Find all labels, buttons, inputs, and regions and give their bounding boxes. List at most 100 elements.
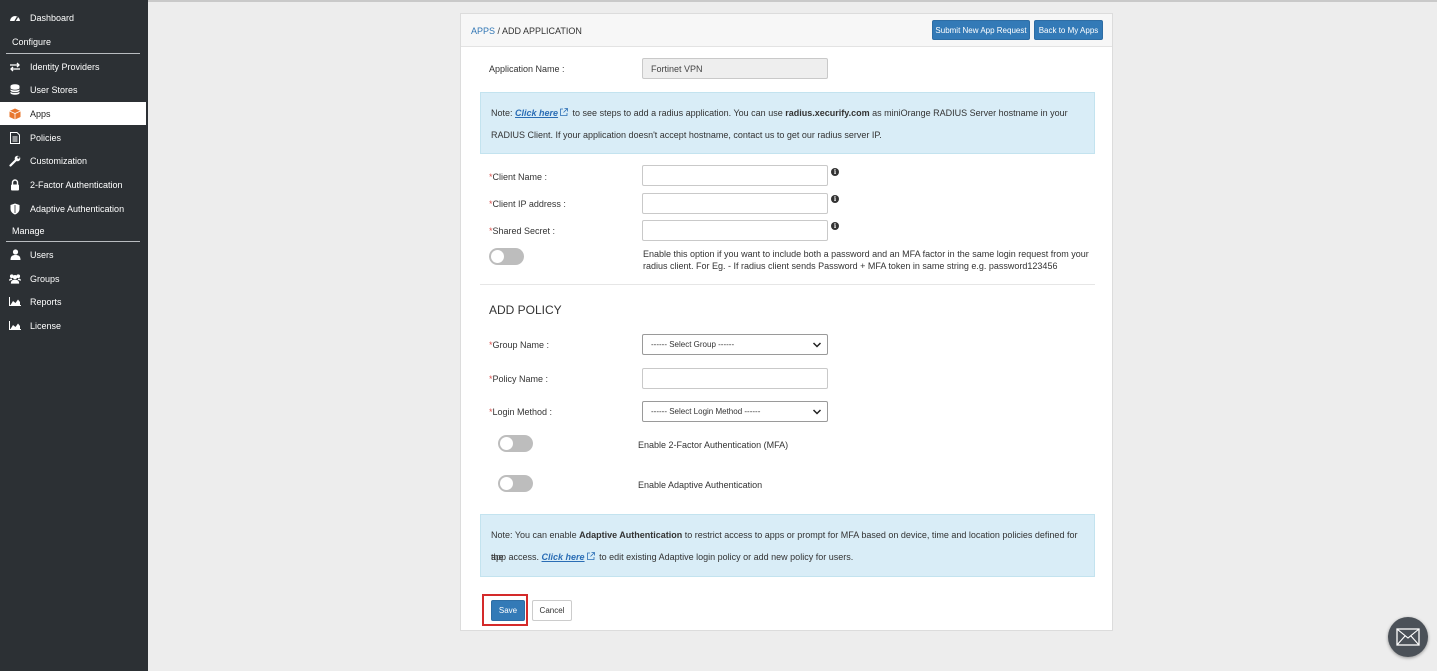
wrench-icon	[9, 155, 21, 167]
adaptive-note: Note: You can enable Adaptive Authentica…	[480, 514, 1095, 577]
sidebar-item-reports[interactable]: Reports	[0, 290, 146, 313]
info-icon[interactable]: i	[831, 222, 839, 230]
info-icon[interactable]: i	[831, 168, 839, 176]
description-line: Enable this option if you want to includ…	[643, 249, 1089, 259]
card-header: APPS / ADD APPLICATION Submit New App Re…	[461, 14, 1112, 47]
sidebar-item-adaptive-authentication[interactable]: Adaptive Authentication	[0, 197, 146, 220]
sidebar: Dashboard Configure Identity Providers U…	[0, 0, 148, 671]
section-manage: Manage	[12, 226, 45, 236]
label-text: Login Method :	[492, 407, 553, 417]
login-method-label: *Login Method :	[489, 407, 552, 417]
sidebar-item-license[interactable]: License	[0, 314, 146, 337]
client-ip-input[interactable]	[642, 193, 828, 214]
label-text: Client IP address :	[492, 199, 566, 209]
login-method-select[interactable]: ------ Select Login Method ------	[642, 401, 828, 422]
breadcrumb-apps-link[interactable]: APPS	[471, 26, 495, 36]
sidebar-item-policies[interactable]: Policies	[0, 126, 146, 149]
sidebar-item-label: License	[30, 320, 62, 331]
policy-name-input[interactable]	[642, 368, 828, 389]
sidebar-item-label: Apps	[30, 108, 51, 119]
select-value: ------ Select Group ------	[651, 340, 735, 349]
info-icon[interactable]: i	[831, 195, 839, 203]
sidebar-item-label: 2-Factor Authentication	[30, 179, 123, 190]
toggle-knob	[500, 477, 513, 490]
client-name-input[interactable]	[642, 165, 828, 186]
section-divider	[480, 284, 1095, 285]
label-text: Shared Secret :	[492, 226, 556, 236]
select-value: ------ Select Login Method ------	[651, 407, 761, 416]
sidebar-item-customization[interactable]: Customization	[0, 149, 146, 172]
external-link-icon	[560, 102, 568, 124]
submit-new-app-request-button[interactable]: Submit New App Request	[932, 20, 1030, 40]
save-highlight-box	[482, 594, 528, 626]
policy-name-label: *Policy Name :	[489, 374, 548, 384]
client-ip-label: *Client IP address :	[489, 199, 566, 209]
chat-button[interactable]	[1388, 617, 1428, 657]
users-icon	[9, 273, 21, 285]
exchange-icon	[9, 61, 21, 73]
dashboard-icon	[9, 12, 21, 24]
note-prefix: Note:	[491, 108, 516, 118]
area-chart-icon	[9, 320, 21, 332]
breadcrumb: APPS / ADD APPLICATION	[471, 26, 582, 36]
mfa-toggle[interactable]	[498, 435, 533, 452]
cancel-button[interactable]: Cancel	[532, 600, 572, 621]
label-text: Policy Name :	[492, 374, 549, 384]
sidebar-divider	[6, 241, 140, 242]
note-text: to see steps to add a radius application…	[570, 108, 786, 118]
sidebar-item-dashboard[interactable]: Dashboard	[0, 6, 146, 29]
group-name-select[interactable]: ------ Select Group ------	[642, 334, 828, 355]
adaptive-toggle[interactable]	[498, 475, 533, 492]
top-border	[0, 0, 1437, 2]
click-here-link[interactable]: Click here	[542, 552, 585, 562]
sidebar-divider	[6, 53, 140, 54]
sidebar-item-label: Adaptive Authentication	[30, 203, 125, 214]
group-name-label: *Group Name :	[489, 340, 549, 350]
breadcrumb-separator: /	[495, 26, 503, 36]
add-policy-heading: ADD POLICY	[489, 303, 562, 317]
shield-icon	[9, 203, 21, 215]
sidebar-item-label: Policies	[30, 132, 62, 143]
application-name-label: Application Name :	[489, 64, 565, 74]
sidebar-item-label: Users	[30, 249, 54, 260]
shared-secret-input[interactable]	[642, 220, 828, 241]
note-text: as miniOrange RADIUS Server hostname in …	[869, 108, 1068, 118]
application-name-field: Fortinet VPN	[642, 58, 828, 79]
note-text: to edit existing Adaptive login policy o…	[596, 552, 854, 562]
cube-icon	[9, 108, 21, 120]
section-configure: Configure	[12, 37, 52, 47]
database-icon	[9, 84, 21, 96]
label-text: Group Name :	[492, 340, 550, 350]
adaptive-note-line1: Note: You can enable Adaptive Authentica…	[491, 524, 1084, 562]
sidebar-item-groups[interactable]: Groups	[0, 267, 146, 290]
sidebar-item-users[interactable]: Users	[0, 243, 146, 266]
sidebar-item-apps[interactable]: Apps	[0, 102, 146, 125]
sidebar-item-label: Groups	[30, 273, 60, 284]
sidebar-item-label: Identity Providers	[30, 61, 100, 72]
adaptive-toggle-label: Enable Adaptive Authentication	[638, 480, 763, 490]
area-chart-icon	[9, 296, 21, 308]
back-to-my-apps-button[interactable]: Back to My Apps	[1034, 20, 1103, 40]
click-here-link[interactable]: Click here	[515, 108, 558, 118]
mfa-toggle-label: Enable 2-Factor Authentication (MFA)	[638, 440, 789, 450]
shared-secret-label: *Shared Secret :	[489, 226, 555, 236]
note-text: app access.	[491, 552, 542, 562]
client-name-label: *Client Name :	[489, 172, 547, 182]
label-text: Client Name :	[492, 172, 548, 182]
add-application-card: APPS / ADD APPLICATION Submit New App Re…	[460, 13, 1113, 631]
sidebar-item-label: User Stores	[30, 84, 78, 95]
sidebar-item-user-stores[interactable]: User Stores	[0, 78, 146, 101]
chevron-down-icon	[812, 409, 822, 415]
chevron-down-icon	[812, 342, 822, 348]
adaptive-note-line2: app access. Click here to edit existing …	[491, 546, 1084, 568]
user-icon	[9, 249, 21, 261]
password-mfa-toggle[interactable]	[489, 248, 524, 265]
radius-note: Note: Click here to see steps to add a r…	[480, 92, 1095, 154]
external-link-icon	[586, 546, 595, 568]
lock-icon	[9, 178, 21, 191]
sidebar-item-2-factor-authentication[interactable]: 2-Factor Authentication	[0, 173, 146, 196]
adaptive-bold: Adaptive Authentication	[579, 530, 683, 540]
sidebar-item-label: Customization	[30, 155, 88, 166]
sidebar-item-label: Dashboard	[30, 12, 75, 23]
sidebar-item-identity-providers[interactable]: Identity Providers	[0, 55, 146, 78]
